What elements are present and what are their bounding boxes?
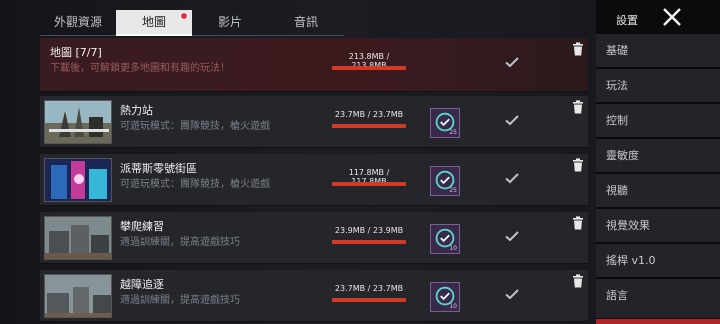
settings-item-controls[interactable]: 控制 (596, 104, 720, 138)
close-icon[interactable] (662, 8, 682, 26)
settings-item-audio-visual[interactable]: 視聽 (596, 174, 720, 208)
tab-audio[interactable]: 音訊 (268, 10, 344, 36)
settings-item-label: 視覺效果 (606, 219, 650, 232)
settings-item-joystick[interactable]: 搖桿 v1.0 (596, 244, 720, 278)
map-title: 越障追逐 (120, 278, 164, 291)
mode-badge: 10 (430, 224, 460, 254)
trash-icon[interactable] (572, 100, 584, 114)
badge-count: 10 (449, 303, 457, 310)
badge-count: 10 (449, 245, 457, 252)
tab-label: 影片 (217, 15, 242, 29)
download-progress (332, 182, 406, 186)
check-icon (505, 231, 519, 242)
map-desc: 可遊玩模式：團隊競技，槍火遊戲 (120, 179, 270, 190)
settings-header: 設置 (596, 0, 720, 34)
trash-icon[interactable] (572, 216, 584, 230)
settings-panel: 設置 基礎 玩法 控制 靈敏度 視聽 視覺效果 搖桿 v1.0 語言 (596, 0, 720, 324)
settings-item-language[interactable]: 語言 (596, 279, 720, 319)
download-size: 23.9MB / 23.9MB (334, 226, 404, 235)
mode-badge: 25 (430, 108, 460, 138)
download-progress (332, 240, 406, 244)
settings-item-label: 搖桿 v1.0 (606, 254, 656, 267)
stage: 外觀資源 地圖 影片 音訊 地圖 [7/7] 下載後，可解鎖更多地圖和有趣的玩法… (0, 0, 720, 324)
tab-videos[interactable]: 影片 (192, 10, 268, 36)
map-row: 攀爬練習 適過訓練關，提高遊戲技巧 23.9MB / 23.9MB 10 (40, 212, 588, 264)
map-pack-header: 地圖 [7/7] 下載後，可解鎖更多地圖和有趣的玩法！ 213.8MB / 21… (40, 38, 588, 92)
map-desc: 適過訓練關，提高遊戲技巧 (120, 295, 240, 306)
settings-item-visual-effects[interactable]: 視覺效果 (596, 209, 720, 243)
settings-item-label: 語言 (606, 289, 628, 302)
trash-icon[interactable] (572, 274, 584, 288)
map-row: 熱力站 可遊玩模式：團隊競技，槍火遊戲 23.7MB / 23.7MB 25 (40, 96, 588, 148)
map-thumbnail (44, 216, 112, 260)
tab-label: 地圖 (141, 15, 166, 29)
resource-tabs: 外觀資源 地圖 影片 音訊 (40, 10, 344, 36)
settings-item-label: 基礎 (606, 44, 628, 57)
trash-icon[interactable] (572, 158, 584, 172)
map-thumbnail (44, 274, 112, 318)
settings-item-label: 玩法 (606, 79, 628, 92)
badge-count: 25 (449, 187, 457, 194)
settings-title: 設置 (616, 14, 638, 27)
tab-label: 外觀資源 (53, 15, 102, 29)
map-list: 地圖 [7/7] 下載後，可解鎖更多地圖和有趣的玩法！ 213.8MB / 21… (40, 38, 588, 324)
mode-badge: 10 (430, 282, 460, 312)
trash-icon[interactable] (572, 42, 584, 56)
tab-appearance[interactable]: 外觀資源 (40, 10, 116, 36)
map-title: 攀爬練習 (120, 220, 164, 233)
download-progress (332, 124, 406, 128)
map-title: 熱力站 (120, 104, 153, 117)
tab-label: 音訊 (293, 15, 318, 29)
map-pack-desc: 下載後，可解鎖更多地圖和有趣的玩法！ (50, 63, 230, 74)
settings-item-label: 視聽 (606, 184, 628, 197)
check-icon (505, 115, 519, 126)
check-icon (505, 289, 519, 300)
settings-item-gameplay[interactable]: 玩法 (596, 69, 720, 103)
settings-item-sensitivity[interactable]: 靈敏度 (596, 139, 720, 173)
check-icon (505, 57, 519, 68)
download-size: 23.7MB / 23.7MB (334, 110, 404, 119)
map-pack-title: 地圖 [7/7] (50, 46, 102, 59)
map-row: 越障追逐 適過訓練關，提高遊戲技巧 23.7MB / 23.7MB 10 (40, 270, 588, 322)
notification-dot (180, 12, 188, 20)
check-icon (505, 173, 519, 184)
settings-item-label: 控制 (606, 114, 628, 127)
download-progress (332, 298, 406, 302)
settings-item-basic[interactable]: 基礎 (596, 34, 720, 68)
download-progress (332, 66, 406, 70)
map-thumbnail (44, 158, 112, 202)
download-size: 23.7MB / 23.7MB (334, 284, 404, 293)
selected-indicator (596, 319, 720, 324)
map-desc: 可遊玩模式：團隊競技，槍火遊戲 (120, 121, 270, 132)
map-row: 派蒂斯零號街區 可遊玩模式：團隊競技，槍火遊戲 117.8MB / 117.8M… (40, 154, 588, 206)
map-desc: 適過訓練關，提高遊戲技巧 (120, 237, 240, 248)
badge-count: 25 (449, 129, 457, 136)
settings-item-label: 靈敏度 (606, 149, 639, 162)
map-thumbnail (44, 100, 112, 144)
map-title: 派蒂斯零號街區 (120, 162, 197, 175)
mode-badge: 25 (430, 166, 460, 196)
tab-maps[interactable]: 地圖 (116, 10, 192, 36)
